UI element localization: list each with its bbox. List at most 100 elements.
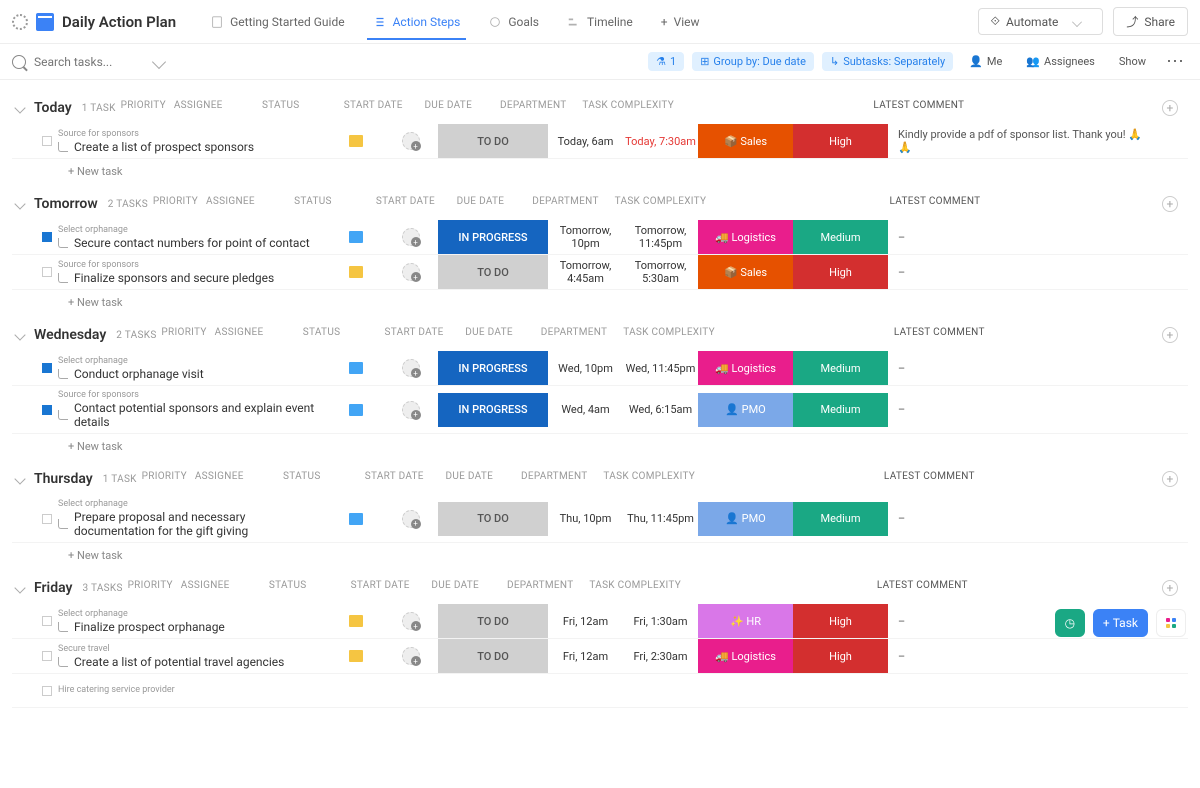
show-chip[interactable]: Show	[1111, 52, 1154, 71]
start-date-cell[interactable]: Wed, 4am	[548, 403, 623, 416]
due-date-cell[interactable]: Wed, 6:15am	[623, 403, 698, 416]
task-row[interactable]: Source for sponsors Finalize sponsors an…	[12, 255, 1188, 290]
complexity-cell[interactable]: Medium	[793, 351, 888, 385]
complexity-cell[interactable]: Medium	[793, 220, 888, 254]
status-cell[interactable]: IN PROGRESS	[438, 220, 548, 254]
due-date-cell[interactable]: Tomorrow, 11:45pm	[623, 224, 698, 250]
add-column[interactable]: +	[1162, 580, 1188, 596]
task-row[interactable]: Hire catering service provider	[12, 674, 1188, 708]
start-date-cell[interactable]: Tomorrow, 10pm	[548, 224, 623, 250]
new-task-button[interactable]: + New task	[12, 434, 1188, 455]
task-row[interactable]: Select orphanage Prepare proposal and ne…	[12, 495, 1188, 543]
add-column[interactable]: +	[1162, 196, 1188, 212]
status-square[interactable]	[42, 514, 52, 524]
comment-cell[interactable]: –	[888, 512, 1162, 525]
complexity-cell[interactable]: High	[793, 124, 888, 158]
status-cell[interactable]: TO DO	[438, 255, 548, 289]
start-date-cell[interactable]: Fri, 12am	[548, 615, 623, 628]
status-square[interactable]	[42, 616, 52, 626]
department-cell[interactable]: 🚚 Logistics	[698, 639, 793, 673]
task-row[interactable]: Select orphanage Conduct orphanage visit…	[12, 351, 1188, 386]
status-square[interactable]	[42, 651, 52, 661]
tab-action-steps[interactable]: Action Steps	[359, 5, 475, 39]
search-input[interactable]	[26, 51, 146, 73]
comment-cell[interactable]: –	[888, 650, 1162, 663]
status-cell[interactable]: IN PROGRESS	[438, 351, 548, 385]
status-square[interactable]	[42, 136, 52, 146]
group-header[interactable]: Friday 3 TASKS PRIORITY ASSIGNEE STATUS …	[12, 572, 1188, 604]
status-cell[interactable]: TO DO	[438, 639, 548, 673]
task-row[interactable]: Source for sponsors Contact potential sp…	[12, 386, 1188, 434]
department-cell[interactable]: 👤 PMO	[698, 393, 793, 427]
assignee-cell[interactable]	[383, 228, 438, 246]
complexity-cell[interactable]: Medium	[793, 393, 888, 427]
workspace-icon[interactable]	[12, 14, 28, 30]
chevron-down-icon[interactable]	[152, 54, 166, 68]
task-row[interactable]: Secure travel Create a list of potential…	[12, 639, 1188, 674]
department-cell[interactable]: 📦 Sales	[698, 124, 793, 158]
status-square[interactable]	[42, 405, 52, 415]
apps-fab[interactable]	[1156, 609, 1186, 637]
new-task-button[interactable]: + New task	[12, 543, 1188, 564]
group-header[interactable]: Tomorrow 2 TASKS PRIORITY ASSIGNEE STATU…	[12, 188, 1188, 220]
group-header[interactable]: Thursday 1 TASK PRIORITY ASSIGNEE STATUS…	[12, 463, 1188, 495]
task-row[interactable]: Source for sponsors Create a list of pro…	[12, 124, 1188, 159]
assignee-cell[interactable]	[383, 132, 438, 150]
due-date-cell[interactable]: Wed, 11:45pm	[623, 362, 698, 375]
assignee-cell[interactable]	[383, 401, 438, 419]
filter-chip[interactable]: ⚗1	[648, 52, 684, 71]
priority-cell[interactable]	[328, 404, 383, 416]
subtasks-chip[interactable]: ↳Subtasks: Separately	[822, 52, 953, 71]
department-cell[interactable]: 👤 PMO	[698, 502, 793, 536]
status-square[interactable]	[42, 363, 52, 373]
priority-cell[interactable]	[328, 513, 383, 525]
automate-button[interactable]: ⟐ Automate	[978, 8, 1104, 35]
complexity-cell[interactable]: Medium	[793, 502, 888, 536]
share-button[interactable]: ⤴ Share	[1113, 7, 1188, 36]
task-row[interactable]: Select orphanage Finalize prospect orpha…	[12, 604, 1188, 639]
priority-cell[interactable]	[328, 615, 383, 627]
complexity-cell[interactable]: High	[793, 255, 888, 289]
priority-cell[interactable]	[328, 231, 383, 243]
due-date-cell[interactable]: Fri, 1:30am	[623, 615, 698, 628]
tab-goals[interactable]: Goals	[474, 5, 553, 39]
start-date-cell[interactable]: Fri, 12am	[548, 650, 623, 663]
department-cell[interactable]: 📦 Sales	[698, 255, 793, 289]
add-column[interactable]: +	[1162, 327, 1188, 343]
start-date-cell[interactable]: Wed, 10pm	[548, 362, 623, 375]
department-cell[interactable]: ✨ HR	[698, 604, 793, 638]
assignees-chip[interactable]: 👥Assignees	[1018, 52, 1103, 71]
tab-timeline[interactable]: Timeline	[553, 5, 647, 39]
due-date-cell[interactable]: Today, 7:30am	[623, 135, 698, 148]
status-cell[interactable]: TO DO	[438, 502, 548, 536]
priority-cell[interactable]	[328, 362, 383, 374]
add-column[interactable]: +	[1162, 471, 1188, 487]
complexity-cell[interactable]: High	[793, 604, 888, 638]
new-task-button[interactable]: + New task	[12, 159, 1188, 180]
me-chip[interactable]: 👤Me	[961, 52, 1010, 71]
comment-cell[interactable]: –	[888, 266, 1162, 279]
department-cell[interactable]: 🚚 Logistics	[698, 351, 793, 385]
assignee-cell[interactable]	[383, 647, 438, 665]
status-cell[interactable]: TO DO	[438, 124, 548, 158]
complexity-cell[interactable]: High	[793, 639, 888, 673]
due-date-cell[interactable]: Fri, 2:30am	[623, 650, 698, 663]
group-header[interactable]: Wednesday 2 TASKS PRIORITY ASSIGNEE STAT…	[12, 319, 1188, 351]
new-task-button[interactable]: + New task	[12, 290, 1188, 311]
start-date-cell[interactable]: Tomorrow, 4:45am	[548, 259, 623, 285]
status-square[interactable]	[42, 232, 52, 242]
status-cell[interactable]: IN PROGRESS	[438, 393, 548, 427]
more-menu[interactable]: ⋯	[1162, 51, 1188, 72]
due-date-cell[interactable]: Tomorrow, 5:30am	[623, 259, 698, 285]
status-square[interactable]	[42, 686, 52, 696]
new-task-fab[interactable]: + Task	[1093, 609, 1148, 637]
tab-getting-started[interactable]: Getting Started Guide	[196, 5, 358, 39]
group-header[interactable]: Today 1 TASK PRIORITY ASSIGNEE STATUS ST…	[12, 92, 1188, 124]
comment-cell[interactable]: –	[888, 403, 1162, 416]
start-date-cell[interactable]: Today, 6am	[548, 135, 623, 148]
priority-cell[interactable]	[328, 266, 383, 278]
groupby-chip[interactable]: ⊞Group by: Due date	[692, 52, 814, 71]
status-cell[interactable]: TO DO	[438, 604, 548, 638]
due-date-cell[interactable]: Thu, 11:45pm	[623, 512, 698, 525]
assignee-cell[interactable]	[383, 263, 438, 281]
